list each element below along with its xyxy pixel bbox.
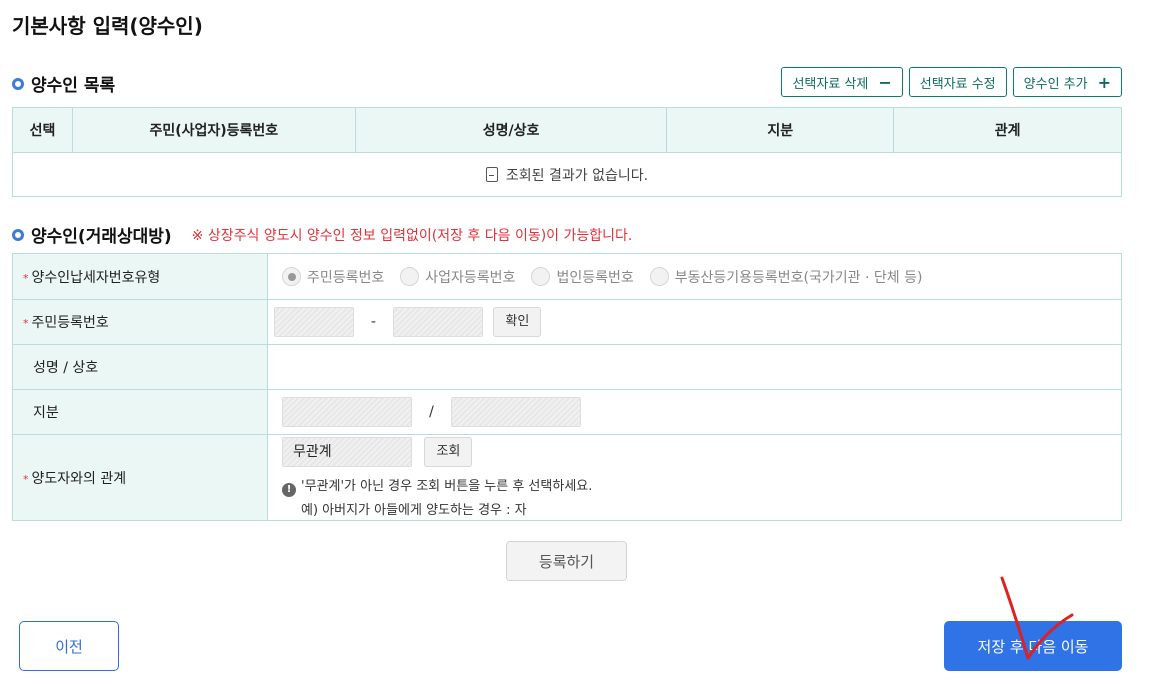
form-row-name: 성명 / 상호	[12, 344, 1122, 390]
resident-number-cell: - 확인	[267, 299, 1122, 345]
required-mark: *	[23, 472, 29, 486]
name-label-cell: 성명 / 상호	[12, 344, 268, 390]
tax-type-label: 양수인납세자번호유형	[31, 269, 161, 286]
register-button[interactable]: 등록하기	[506, 541, 627, 581]
relation-label-cell: * 양도자와의 관계	[12, 434, 268, 521]
column-header-name: 성명/상호	[354, 107, 668, 153]
radio-selected-icon	[282, 267, 301, 286]
resident-number-front-input[interactable]	[274, 307, 354, 337]
form-section-header: 양수인(거래상대방) ※ 상장주식 양도시 양수인 정보 입력없이(저장 후 다…	[12, 222, 632, 247]
list-section-title: 양수인 목록	[31, 76, 116, 96]
share-denominator-input[interactable]	[450, 397, 581, 427]
document-icon	[485, 166, 498, 182]
share-label: 지분	[33, 405, 59, 421]
table-header-row: 선택 주민(사업자)등록번호 성명/상호 지분 관계	[12, 107, 1122, 153]
radio-business-number[interactable]: 사업자등록번호	[400, 267, 515, 287]
empty-result-message: 조회된 결과가 없습니다.	[505, 167, 649, 184]
radio-unselected-icon	[400, 267, 420, 286]
form-row-tax-type: * 양수인납세자번호유형 주민등록번호 사업자등록번호 법인등록번호 부동산등기…	[12, 253, 1122, 300]
relation-info-line: ! '무관계'가 아닌 경우 조회 버튼을 누른 후 선택하세요.	[282, 475, 1121, 497]
share-numerator-input[interactable]	[282, 397, 412, 427]
tax-type-options-cell: 주민등록번호 사업자등록번호 법인등록번호 부동산등기용등록번호(국가기관 · …	[267, 253, 1122, 300]
column-header-relation: 관계	[893, 107, 1122, 153]
relation-search-button[interactable]: 조회	[424, 437, 473, 467]
plus-icon: +	[1097, 72, 1111, 92]
form-row-relation: * 양도자와의 관계 무관계 조회 ! '무관계'가 아닌 경우 조회 버튼을 누른…	[12, 434, 1122, 521]
circle-bullet-icon	[12, 228, 24, 241]
name-value-cell	[267, 344, 1122, 390]
share-cell: /	[267, 389, 1122, 435]
resident-number-back-input[interactable]	[392, 307, 483, 337]
relation-value: 무관계	[293, 444, 332, 460]
form-section-title: 양수인(거래상대방)	[31, 227, 172, 247]
list-section-header: 양수인 목록	[12, 71, 115, 96]
delete-selected-label: 선택자료 삭제	[792, 76, 869, 92]
resident-number-label: 주민등록번호	[31, 315, 109, 331]
radio-label: 사업자등록번호	[425, 269, 516, 286]
slash-separator: /	[429, 404, 434, 420]
page-title: 기본사항 입력(양수인)	[12, 14, 203, 38]
radio-label: 주민등록번호	[307, 269, 385, 286]
column-header-id-number: 주민(사업자)등록번호	[71, 107, 356, 153]
confirm-button[interactable]: 확인	[493, 307, 542, 337]
list-toolbar: 선택자료 삭제 − 선택자료 수정 양수인 추가 +	[781, 67, 1122, 97]
relation-label: 양도자와의 관계	[31, 470, 127, 487]
hyphen-separator: -	[370, 314, 376, 330]
edit-selected-label: 선택자료 수정	[919, 76, 996, 92]
required-mark: *	[23, 317, 29, 330]
edit-selected-button[interactable]: 선택자료 수정	[908, 67, 1007, 97]
radio-unselected-icon	[649, 267, 669, 286]
save-and-next-button[interactable]: 저장 후 다음 이동	[944, 621, 1122, 671]
radio-label: 부동산등기용등록번호(국가기관 · 단체 등)	[674, 269, 923, 286]
info-icon: !	[282, 483, 296, 497]
tax-type-label-cell: * 양수인납세자번호유형	[12, 253, 268, 300]
column-header-share: 지분	[666, 107, 895, 153]
form-section-note: ※ 상장주식 양도시 양수인 정보 입력없이(저장 후 다음 이동)이 가능합니…	[191, 227, 633, 244]
add-transferee-button[interactable]: 양수인 추가 +	[1012, 67, 1122, 97]
share-label-cell: 지분	[12, 389, 268, 435]
required-mark: *	[23, 271, 29, 285]
minus-icon: −	[878, 72, 892, 92]
table-row: 조회된 결과가 없습니다.	[12, 152, 1122, 197]
radio-label: 법인등록번호	[556, 269, 634, 286]
transferee-list-table: 선택 주민(사업자)등록번호 성명/상호 지분 관계 조회된 결과가 없습니다.	[12, 107, 1122, 197]
tax-type-radio-group: 주민등록번호 사업자등록번호 법인등록번호 부동산등기용등록번호(국가기관 · …	[282, 267, 1121, 287]
relation-info-text: '무관계'가 아닌 경우 조회 버튼을 누른 후 선택하세요.	[301, 479, 593, 494]
add-transferee-label: 양수인 추가	[1023, 76, 1088, 92]
delete-selected-button[interactable]: 선택자료 삭제 −	[781, 67, 903, 97]
form-row-resident-number: * 주민등록번호 - 확인	[12, 299, 1122, 345]
transferee-form-table: * 양수인납세자번호유형 주민등록번호 사업자등록번호 법인등록번호 부동산등기…	[12, 253, 1122, 521]
empty-result-cell: 조회된 결과가 없습니다.	[12, 152, 1122, 197]
form-row-share: 지분 /	[12, 389, 1122, 435]
relation-cell: 무관계 조회 ! '무관계'가 아닌 경우 조회 버튼을 누른 후 선택하세요. …	[267, 434, 1122, 521]
radio-corporate-number[interactable]: 법인등록번호	[531, 267, 634, 287]
column-header-select: 선택	[12, 107, 73, 153]
radio-resident-number[interactable]: 주민등록번호	[282, 267, 384, 287]
radio-real-estate-number[interactable]: 부동산등기용등록번호(국가기관 · 단체 등)	[649, 267, 923, 287]
previous-button[interactable]: 이전	[19, 621, 119, 671]
name-label: 성명 / 상호	[33, 360, 99, 376]
radio-unselected-icon	[531, 267, 551, 286]
circle-bullet-icon	[12, 77, 24, 90]
resident-number-label-cell: * 주민등록번호	[12, 299, 268, 345]
relation-input[interactable]: 무관계	[282, 437, 412, 467]
relation-example-text: 예) 아버지가 아들에게 양도하는 경우 : 자	[301, 503, 527, 518]
